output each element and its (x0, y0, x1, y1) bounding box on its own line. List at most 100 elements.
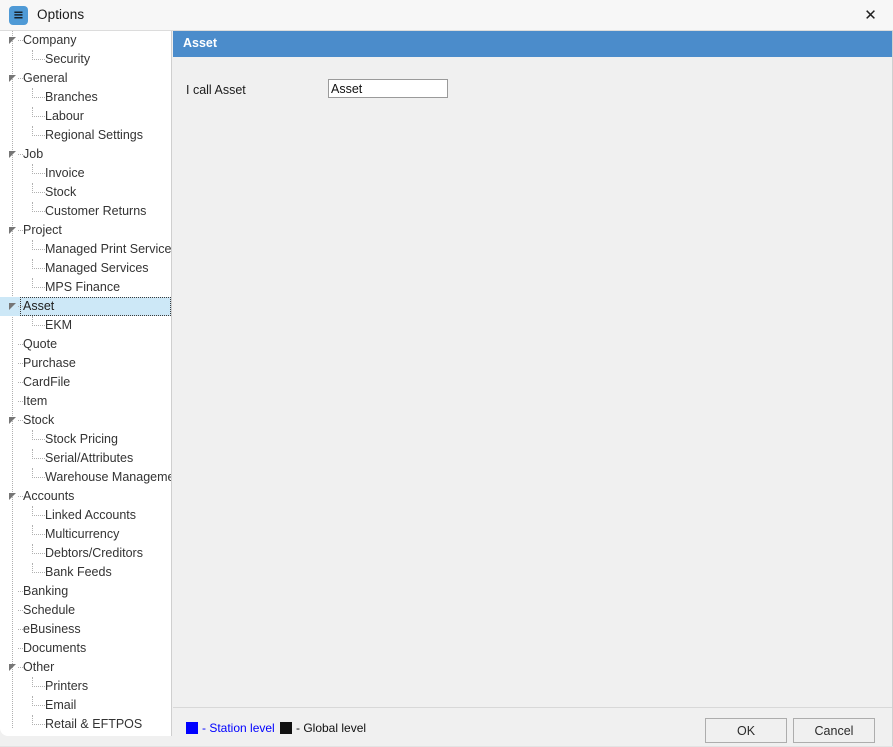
i-call-asset-label: I call Asset (186, 83, 246, 97)
options-app-icon: ≡ (9, 6, 28, 25)
sidebar-item-item[interactable]: Item (0, 392, 171, 411)
tree-connector-line (32, 249, 45, 251)
sidebar-item-stock[interactable]: Stock (0, 411, 171, 430)
expand-collapse-triangle-icon[interactable] (9, 417, 16, 424)
tree-connector-line (32, 116, 45, 118)
sidebar-item-project[interactable]: Project (0, 221, 171, 240)
sidebar-item-labour[interactable]: Labour (0, 107, 171, 126)
sidebar-item-serial-attributes[interactable]: Serial/Attributes (0, 449, 171, 468)
sidebar-item-accounts[interactable]: Accounts (0, 487, 171, 506)
expand-collapse-triangle-icon[interactable] (9, 75, 16, 82)
sidebar-item-managed-services[interactable]: Managed Services (0, 259, 171, 278)
tree-connector-line (32, 572, 45, 574)
options-tree-panel[interactable]: Company Security General Branches Labour Regi… (0, 31, 172, 736)
sidebar-item-other[interactable]: Other (0, 658, 171, 677)
sidebar-item-label: Job (23, 147, 44, 161)
sidebar-item-label: Other (23, 660, 55, 674)
expand-collapse-triangle-icon[interactable] (9, 493, 16, 500)
expand-collapse-triangle-icon[interactable] (9, 303, 16, 310)
sidebar-item-regional-settings[interactable]: Regional Settings (0, 126, 171, 145)
sidebar-item-label: Customer Returns (45, 204, 147, 218)
sidebar-item-debtors-creditors[interactable]: Debtors/Creditors (0, 544, 171, 563)
sidebar-item-label: Serial/Attributes (45, 451, 134, 465)
sidebar-item-general[interactable]: General (0, 69, 171, 88)
sidebar-item-linked-accounts[interactable]: Linked Accounts (0, 506, 171, 525)
sidebar-item-label: Banking (23, 584, 69, 598)
expand-collapse-triangle-icon[interactable] (9, 37, 16, 44)
sidebar-item-bank-feeds[interactable]: Bank Feeds (0, 563, 171, 582)
sidebar-item-company[interactable]: Company (0, 31, 171, 50)
dialog-footer: - Station level - Global level OK Cancel (173, 707, 893, 747)
close-icon[interactable]: ✕ (848, 0, 893, 30)
sidebar-item-printers[interactable]: Printers (0, 677, 171, 696)
expand-collapse-triangle-icon[interactable] (9, 227, 16, 234)
sidebar-item-schedule[interactable]: Schedule (0, 601, 171, 620)
sidebar-item-job[interactable]: Job (0, 145, 171, 164)
tree-connector-line (32, 268, 45, 270)
sidebar-item-label: Accounts (23, 489, 75, 503)
sidebar-item-quote[interactable]: Quote (0, 335, 171, 354)
tree-connector-line (32, 97, 45, 99)
sidebar-item-label: Multicurrency (45, 527, 120, 541)
sidebar-item-email[interactable]: Email (0, 696, 171, 715)
sidebar-item-retail-eftpos[interactable]: Retail & EFTPOS (0, 715, 171, 734)
sidebar-item-cardfile[interactable]: CardFile (0, 373, 171, 392)
sidebar-item-warehouse-management[interactable]: Warehouse Management (0, 468, 171, 487)
tree-connector-line (32, 325, 45, 327)
tree-connector-line (32, 724, 45, 726)
legend-global-label: - Global level (296, 721, 367, 735)
sidebar-item-label: Project (23, 223, 62, 237)
sidebar-item-multicurrency[interactable]: Multicurrency (0, 525, 171, 544)
tree-connector-line (32, 173, 45, 175)
sidebar-item-label: Schedule (23, 603, 76, 617)
sidebar-item-label: Labour (45, 109, 84, 123)
sidebar-item-documents[interactable]: Documents (0, 639, 171, 658)
sidebar-item-invoice[interactable]: Invoice (0, 164, 171, 183)
tree-connector-line (32, 515, 45, 517)
window-title: Options (37, 7, 85, 22)
sidebar-item-label: Branches (45, 90, 98, 104)
sidebar-item-security[interactable]: Security (0, 50, 171, 69)
tree-connector-line (32, 192, 45, 194)
tree-connector-line (32, 439, 45, 441)
sidebar-item-label: Stock Pricing (45, 432, 118, 446)
sidebar-item-label: MPS Finance (45, 280, 121, 294)
legend-station-level: - Station level (186, 721, 275, 735)
sidebar-item-stock[interactable]: Stock (0, 183, 171, 202)
options-dialog-window: ≡ Options ✕ Company Security General Branch… (0, 0, 893, 747)
sidebar-item-label: EKM (45, 318, 73, 332)
tree-connector-line (32, 458, 45, 460)
sidebar-item-label: Warehouse Management (45, 470, 172, 484)
sidebar-item-stock-pricing[interactable]: Stock Pricing (0, 430, 171, 449)
sidebar-item-branches[interactable]: Branches (0, 88, 171, 107)
ok-button[interactable]: OK (705, 718, 787, 743)
cancel-button[interactable]: Cancel (793, 718, 875, 743)
tree-connector-line (32, 59, 45, 61)
sidebar-item-label: Linked Accounts (45, 508, 137, 522)
expand-collapse-triangle-icon[interactable] (9, 664, 16, 671)
sidebar-item-managed-print-services[interactable]: Managed Print Services (0, 240, 171, 259)
sidebar-item-ekm[interactable]: EKM (0, 316, 171, 335)
sidebar-item-label: Printers (45, 679, 89, 693)
sidebar-item-label: Regional Settings (45, 128, 143, 142)
content-panel: Asset I call Asset (173, 31, 893, 707)
sidebar-item-asset[interactable]: Asset (0, 297, 171, 316)
expand-collapse-triangle-icon[interactable] (9, 151, 16, 158)
sidebar-item-label: Managed Services (45, 261, 149, 275)
tree-connector-line (32, 287, 45, 289)
i-call-asset-input[interactable] (328, 79, 448, 98)
tree-connector-line (32, 534, 45, 536)
sidebar-item-mps-finance[interactable]: MPS Finance (0, 278, 171, 297)
tree-connector-line (32, 553, 45, 555)
sidebar-item-banking[interactable]: Banking (0, 582, 171, 601)
sidebar-item-label: Email (45, 698, 77, 712)
global-level-swatch-icon (280, 722, 292, 734)
sidebar-item-label: Invoice (45, 166, 85, 180)
sidebar-item-label: Purchase (23, 356, 76, 370)
sidebar-item-purchase[interactable]: Purchase (0, 354, 171, 373)
section-title: Asset (183, 36, 218, 50)
sidebar-item-ebusiness[interactable]: eBusiness (0, 620, 171, 639)
sidebar-item-customer-returns[interactable]: Customer Returns (0, 202, 171, 221)
sidebar-item-label: Documents (23, 641, 87, 655)
legend-global-level: - Global level (280, 721, 366, 735)
